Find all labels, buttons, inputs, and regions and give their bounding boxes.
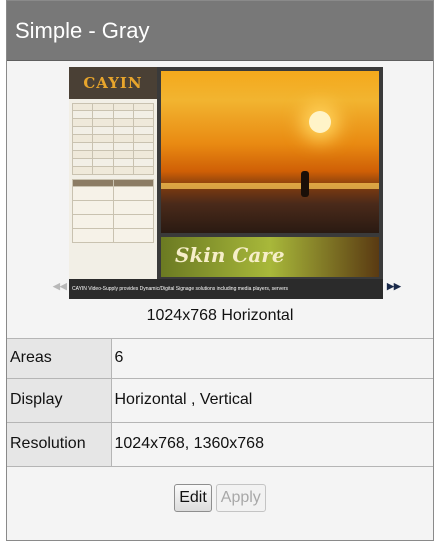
ticker-text: CAYIN Video-Supply provides Dynamic/Digi… [72,286,289,292]
info-label: Resolution [7,422,112,467]
edit-button[interactable]: Edit [174,483,212,512]
info-row-resolution: Resolution 1024x768, 1360x768 [7,422,433,467]
template-panel: Simple - Gray CAYIN Skin Care CAYIN Vide… [6,0,434,541]
sun-graphic [309,111,331,133]
info-row-areas: Areas 6 [7,339,433,379]
prev-arrow-icon[interactable]: ◀◀ [53,281,67,292]
thumbnail-sunset-image [161,71,379,233]
next-arrow-icon[interactable]: ▶▶ [387,281,401,292]
info-value: Horizontal , Vertical [111,378,433,423]
template-thumbnail[interactable]: CAYIN Skin Care CAYIN Video-Supply provi… [69,67,383,299]
thumbnail-table-2 [72,179,154,243]
thumbnail-banner: Skin Care [161,237,379,277]
surfer-silhouette [301,171,309,197]
info-row-display: Display Horizontal , Vertical [7,378,433,423]
preview-section: CAYIN Skin Care CAYIN Video-Supply provi… [7,61,433,339]
template-info-table: Areas 6 Display Horizontal , Vertical Re… [7,339,433,467]
thumbnail-ticker: CAYIN Video-Supply provides Dynamic/Digi… [69,279,383,299]
info-label: Areas [7,339,112,379]
template-title: Simple - Gray [15,17,150,43]
info-value: 1024x768, 1360x768 [111,422,433,467]
thumbnail-table [71,103,155,175]
thumbnail-info-panel: CAYIN [69,67,157,279]
apply-button[interactable]: Apply [215,483,266,512]
thumbnail-logo: CAYIN [69,67,157,99]
logo-text: CAYIN [83,74,143,92]
title-bar: Simple - Gray [7,1,433,61]
info-value: 6 [111,339,433,379]
resolution-caption: 1024x768 Horizontal [146,307,294,324]
info-label: Display [7,378,112,423]
button-row: Edit Apply [7,467,433,529]
sea-glow [161,183,379,189]
banner-text: Skin Care [175,243,285,267]
